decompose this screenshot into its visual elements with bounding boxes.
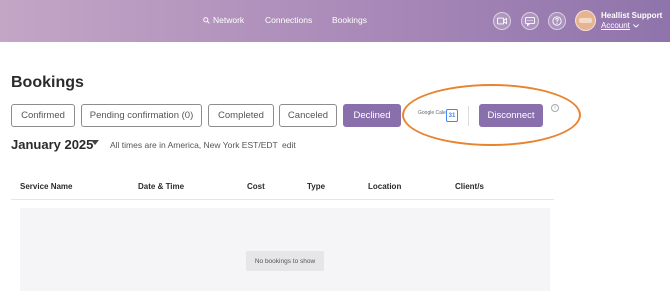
google-calendar-icon: 31 xyxy=(446,109,458,122)
avatar-logo xyxy=(579,18,592,23)
column-header-service-name: Service Name xyxy=(20,182,73,191)
column-header-type: Type xyxy=(307,182,326,191)
chat-icon[interactable] xyxy=(521,12,539,30)
google-calendar-badge: Google Calendar 31 xyxy=(418,108,460,124)
help-icon[interactable] xyxy=(548,12,566,30)
empty-table-area xyxy=(20,208,550,291)
top-navigation-bar: Network Connections Bookings Heallist Su… xyxy=(0,0,670,42)
tab-pending-confirmation[interactable]: Pending confirmation (0) xyxy=(81,104,202,127)
chevron-down-icon xyxy=(632,23,639,28)
timezone-edit-link[interactable]: edit xyxy=(282,140,296,150)
account-menu[interactable]: Account xyxy=(601,21,639,30)
table-header-divider xyxy=(11,199,554,200)
tab-declined[interactable]: Declined xyxy=(343,104,401,127)
info-icon[interactable]: i xyxy=(551,104,559,112)
nav-connections[interactable]: Connections xyxy=(265,15,312,25)
tab-canceled[interactable]: Canceled xyxy=(279,104,337,127)
nav-bookings[interactable]: Bookings xyxy=(332,15,367,25)
divider xyxy=(468,106,469,126)
column-header-clients: Client/s xyxy=(455,182,484,191)
nav-network-label: Network xyxy=(213,15,245,25)
nav-network[interactable]: Network xyxy=(203,15,244,25)
disconnect-button[interactable]: Disconnect xyxy=(479,104,543,127)
nav-bookings-label: Bookings xyxy=(332,15,367,25)
timezone-note: All times are in America, New York EST/E… xyxy=(110,140,278,150)
empty-state-message: No bookings to show xyxy=(246,251,324,271)
tab-completed[interactable]: Completed xyxy=(208,104,274,127)
account-label: Account xyxy=(601,21,630,30)
column-header-date-time: Date & Time xyxy=(138,182,185,191)
tab-confirmed[interactable]: Confirmed xyxy=(11,104,75,127)
column-header-location: Location xyxy=(368,182,402,191)
user-name: Heallist Support xyxy=(601,11,663,20)
search-icon xyxy=(203,16,210,24)
nav-connections-label: Connections xyxy=(265,15,313,25)
avatar[interactable] xyxy=(575,10,596,31)
month-selector[interactable]: January 2025 xyxy=(11,137,93,152)
video-icon[interactable] xyxy=(493,12,511,30)
page-title: Bookings xyxy=(11,74,84,91)
column-header-cost: Cost xyxy=(247,182,265,191)
caret-down-icon[interactable] xyxy=(91,140,99,145)
